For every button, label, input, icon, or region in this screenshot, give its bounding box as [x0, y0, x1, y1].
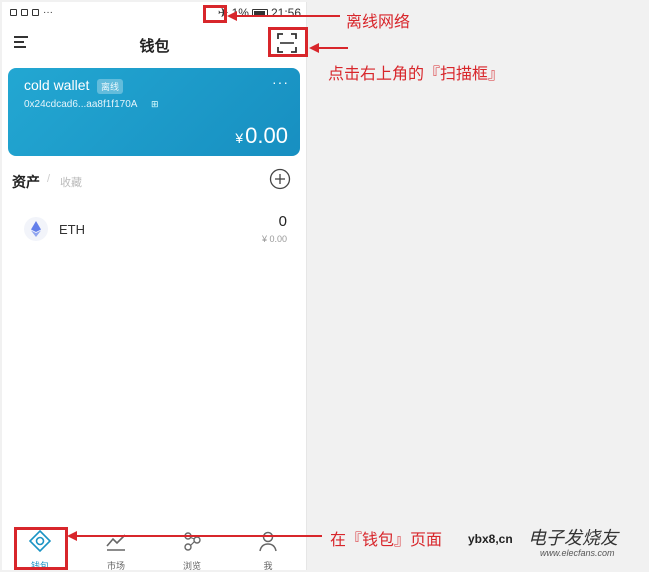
highlight-scan	[268, 27, 308, 57]
note-wallet-page: 在『钱包』页面	[330, 530, 443, 549]
browse-icon	[184, 532, 201, 551]
status-bar: ··· ✈ 1% 21:56	[2, 2, 306, 24]
asset-value: ¥ 0.00	[261, 234, 287, 244]
wallet-address: 0x24cdcad6...aa8f1f170A	[24, 99, 138, 110]
app-header: 钱包	[2, 24, 306, 64]
tab-assets[interactable]: 资产	[12, 172, 40, 192]
image-icon	[32, 9, 39, 16]
arrow-scan	[309, 43, 348, 53]
nav-label-me: 我	[263, 561, 273, 570]
watermark-prefix: ybx8,cn	[468, 532, 513, 546]
status-time: 21:56	[270, 6, 301, 20]
balance-value: 0.00	[245, 123, 288, 148]
wallet-card[interactable]: cold wallet 离线 0x24cdcad6...aa8f1f170A ⊞…	[8, 68, 300, 156]
highlight-wallet-tab	[14, 527, 68, 570]
more-icon[interactable]: ···	[272, 74, 289, 90]
wallet-name: cold wallet	[24, 77, 90, 93]
eth-icon	[24, 217, 48, 241]
add-asset-icon[interactable]	[269, 168, 291, 190]
nav-label-browse: 浏览	[182, 561, 201, 570]
wallet-balance: ¥0.00	[235, 123, 288, 149]
nav-label-market: 市场	[106, 561, 125, 570]
page-title: 钱包	[139, 38, 170, 55]
nav-item-me[interactable]: 我	[230, 524, 306, 570]
arrow-offline	[227, 11, 340, 21]
chart-icon	[106, 534, 126, 551]
note-offline: 离线网络	[346, 12, 411, 31]
tab-collect[interactable]: 收藏	[60, 174, 82, 190]
qr-code-icon[interactable]: ⊞	[151, 99, 159, 110]
watermark-url: www.elecfans.com	[540, 548, 615, 558]
asset-amount: 0	[278, 213, 287, 230]
offline-badge: 离线	[97, 79, 124, 94]
watermark: ybx8,cn 电子发烧友 www.elecfans.com	[468, 524, 644, 568]
sim-icon	[10, 9, 17, 16]
nav-item-market[interactable]: 市场	[78, 524, 154, 570]
status-dots: ···	[43, 7, 53, 18]
note-scan: 点击右上角的『扫描框』	[328, 64, 505, 83]
nav-item-browse[interactable]: 浏览	[154, 524, 230, 570]
asset-name: ETH	[59, 222, 85, 237]
assets-header: 资产 / 收藏	[2, 167, 306, 195]
tab-separator: /	[47, 173, 51, 185]
arrow-wallet-tab	[67, 531, 322, 541]
highlight-airplane	[203, 5, 227, 23]
watermark-logo: 电子发烧友	[528, 528, 618, 549]
currency-symbol: ¥	[235, 130, 244, 146]
message-icon	[21, 9, 28, 16]
phone-screen: ··· ✈ 1% 21:56 钱包 cold wallet 离线 0x24cdc…	[2, 2, 307, 570]
status-left-icons: ···	[10, 7, 53, 18]
user-icon	[259, 531, 277, 552]
asset-row-eth[interactable]: ETH 0 ¥ 0.00	[2, 207, 306, 253]
